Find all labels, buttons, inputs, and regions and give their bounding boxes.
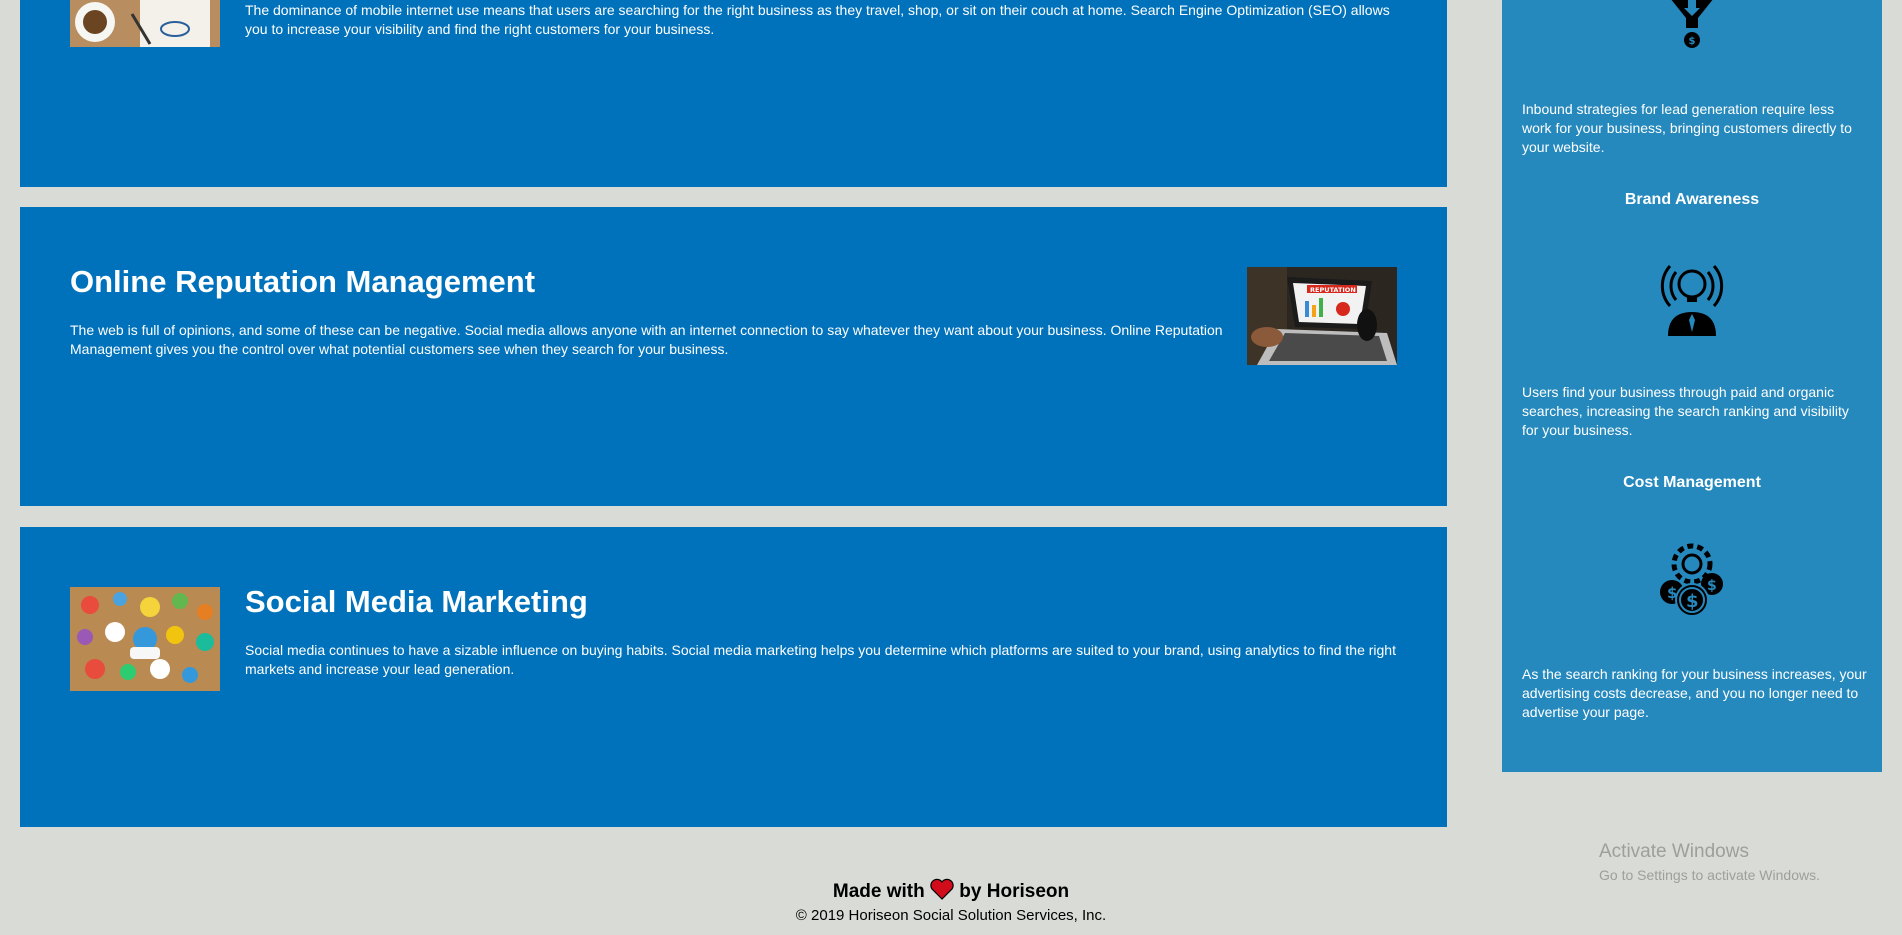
seo-text: The dominance of mobile internet use mea… [245, 2, 1390, 37]
benefits-sidebar: $ Inbound strategies for lead generation… [1502, 0, 1882, 772]
smm-image [70, 587, 220, 691]
funnel-dollar-icon: $ [1652, 0, 1732, 54]
activate-windows-settings-text: Go to Settings to activate Windows. [1599, 867, 1820, 883]
cost-management-text: As the search ranking for your business … [1522, 666, 1867, 720]
gear-dollar-icon: $ $ $ [1652, 540, 1732, 620]
footer-made-with-label: Made with [832, 881, 925, 902]
svg-text:$: $ [1689, 36, 1696, 47]
windows-activation-watermark: Activate Windows Go to Settings to activ… [1599, 841, 1820, 883]
orm-image-label: REPUTATION [1310, 286, 1356, 294]
svg-text:$: $ [1686, 591, 1699, 612]
search-engine-optimization-section: The dominance of mobile internet use mea… [20, 0, 1447, 187]
cost-management-title: Cost Management [1623, 474, 1761, 491]
footer-by-label: by Horiseon [959, 881, 1070, 902]
lead-generation-text: Inbound strategies for lead generation r… [1522, 101, 1852, 155]
brand-awareness-text: Users find your business through paid an… [1522, 384, 1849, 438]
svg-text:$: $ [1707, 578, 1717, 594]
brand-awareness-title: Brand Awareness [1624, 191, 1760, 208]
lightbulb-person-icon [1652, 256, 1732, 336]
social-media-marketing-section: Social Media Marketing Social media cont… [20, 527, 1447, 827]
seo-image [70, 0, 220, 47]
footer-copyright: © 2019 Horiseon Social Solution Services… [795, 907, 1107, 924]
footer: Made with by Horiseon © 2019 Horiseon So… [0, 878, 1902, 924]
heart-icon [930, 878, 954, 906]
smm-title: Social Media Marketing [245, 584, 588, 619]
orm-image: REPUTATION [1247, 267, 1397, 365]
orm-title: Online Reputation Management [70, 264, 536, 299]
online-reputation-management-section: Online Reputation Management The web is … [20, 207, 1447, 506]
activate-windows-text: Activate Windows [1599, 841, 1749, 862]
smm-text: Social media continues to have a sizable… [245, 642, 1396, 677]
orm-text: The web is full of opinions, and some of… [70, 322, 1223, 357]
